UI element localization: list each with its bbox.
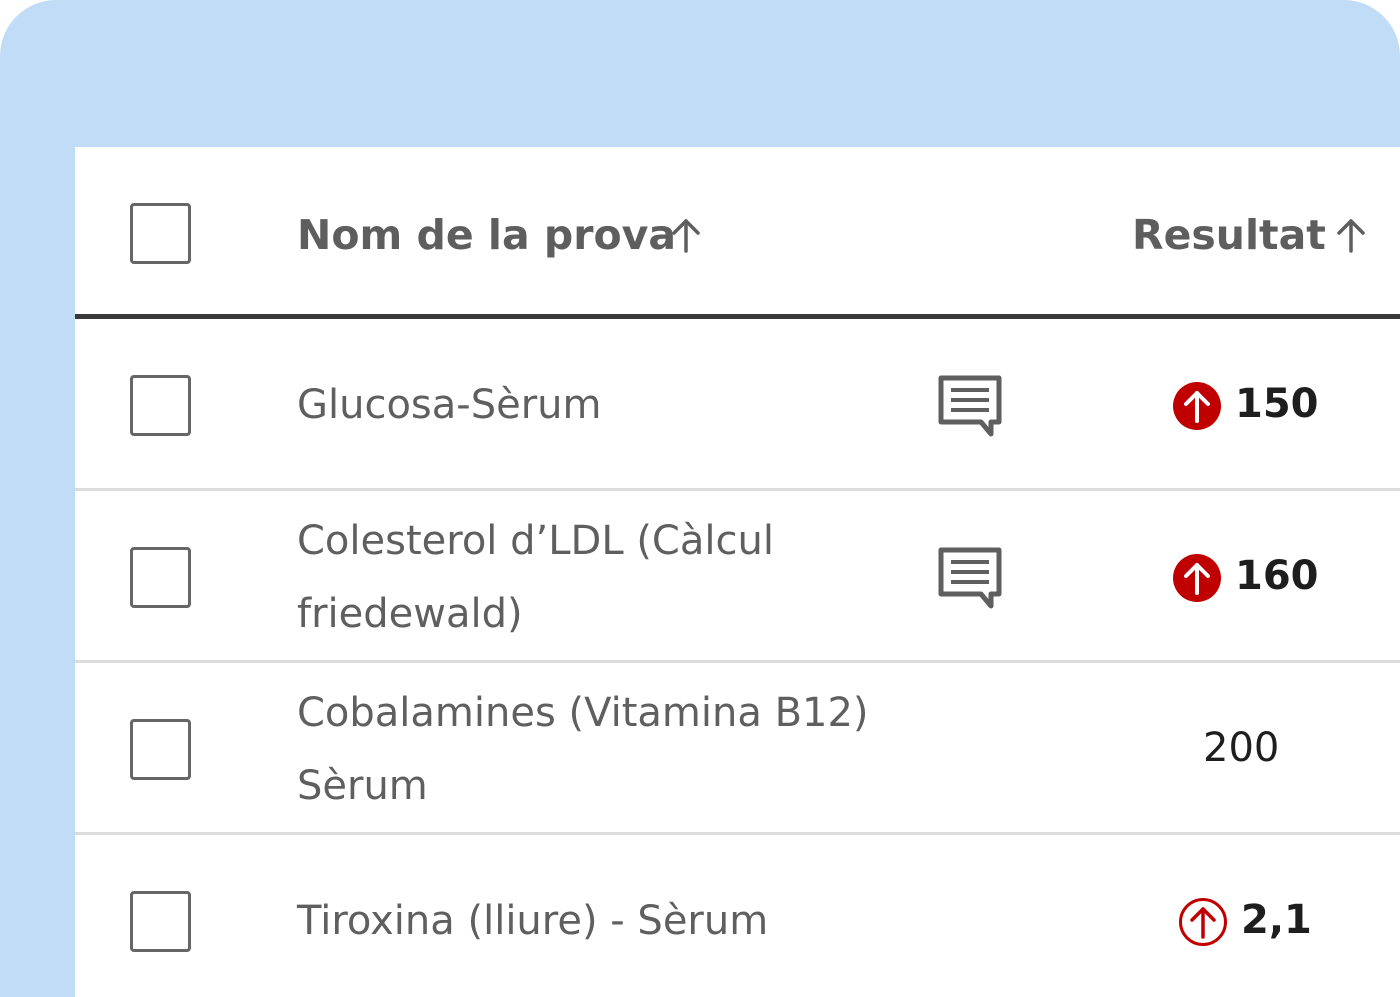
table-row[interactable]: Glucosa-Sèrum 150: [75, 319, 1400, 491]
app-frame: Nom de la prova Resultat Glucosa-Sèrum 1…: [0, 0, 1400, 997]
comment-icon[interactable]: [937, 374, 1003, 438]
result-cell: 2,1: [1165, 889, 1385, 951]
result-cell: 160: [1165, 545, 1385, 607]
table-row[interactable]: Colesterol d’LDL (Càlcul friedewald) 160: [75, 491, 1400, 663]
table-row[interactable]: Tiroxina (lliure) - Sèrum 2,1: [75, 835, 1400, 997]
test-name: Glucosa-Sèrum: [297, 382, 602, 428]
result-value: 150: [1235, 381, 1319, 427]
result-cell: 200: [1165, 717, 1385, 779]
column-header-test-name[interactable]: Nom de la prova: [297, 207, 676, 263]
row-checkbox[interactable]: [130, 891, 191, 952]
row-checkbox[interactable]: [130, 375, 191, 436]
arrow-up-icon[interactable]: [668, 215, 704, 255]
results-table: Nom de la prova Resultat Glucosa-Sèrum 1…: [75, 147, 1400, 997]
comment-icon[interactable]: [937, 546, 1003, 610]
column-header-result[interactable]: Resultat: [1132, 207, 1326, 263]
result-value: 160: [1235, 553, 1319, 599]
arrow-up-circle-filled-icon: [1173, 382, 1221, 430]
result-value: 200: [1203, 725, 1280, 771]
row-checkbox[interactable]: [130, 547, 191, 608]
row-checkbox[interactable]: [130, 719, 191, 780]
result-cell: 150: [1165, 373, 1385, 435]
select-all-checkbox[interactable]: [130, 203, 191, 264]
table-header: Nom de la prova Resultat: [75, 147, 1400, 319]
table-row[interactable]: Cobalamines (Vitamina B12) Sèrum 200: [75, 663, 1400, 835]
result-value: 2,1: [1241, 897, 1312, 943]
arrow-up-circle-filled-icon: [1173, 554, 1221, 602]
test-name: Colesterol d’LDL (Càlcul friedewald): [297, 518, 774, 637]
arrow-up-circle-outline-icon: [1179, 898, 1227, 946]
arrow-up-icon[interactable]: [1333, 215, 1369, 255]
test-name: Cobalamines (Vitamina B12) Sèrum: [297, 690, 869, 809]
test-name: Tiroxina (lliure) - Sèrum: [297, 898, 769, 944]
